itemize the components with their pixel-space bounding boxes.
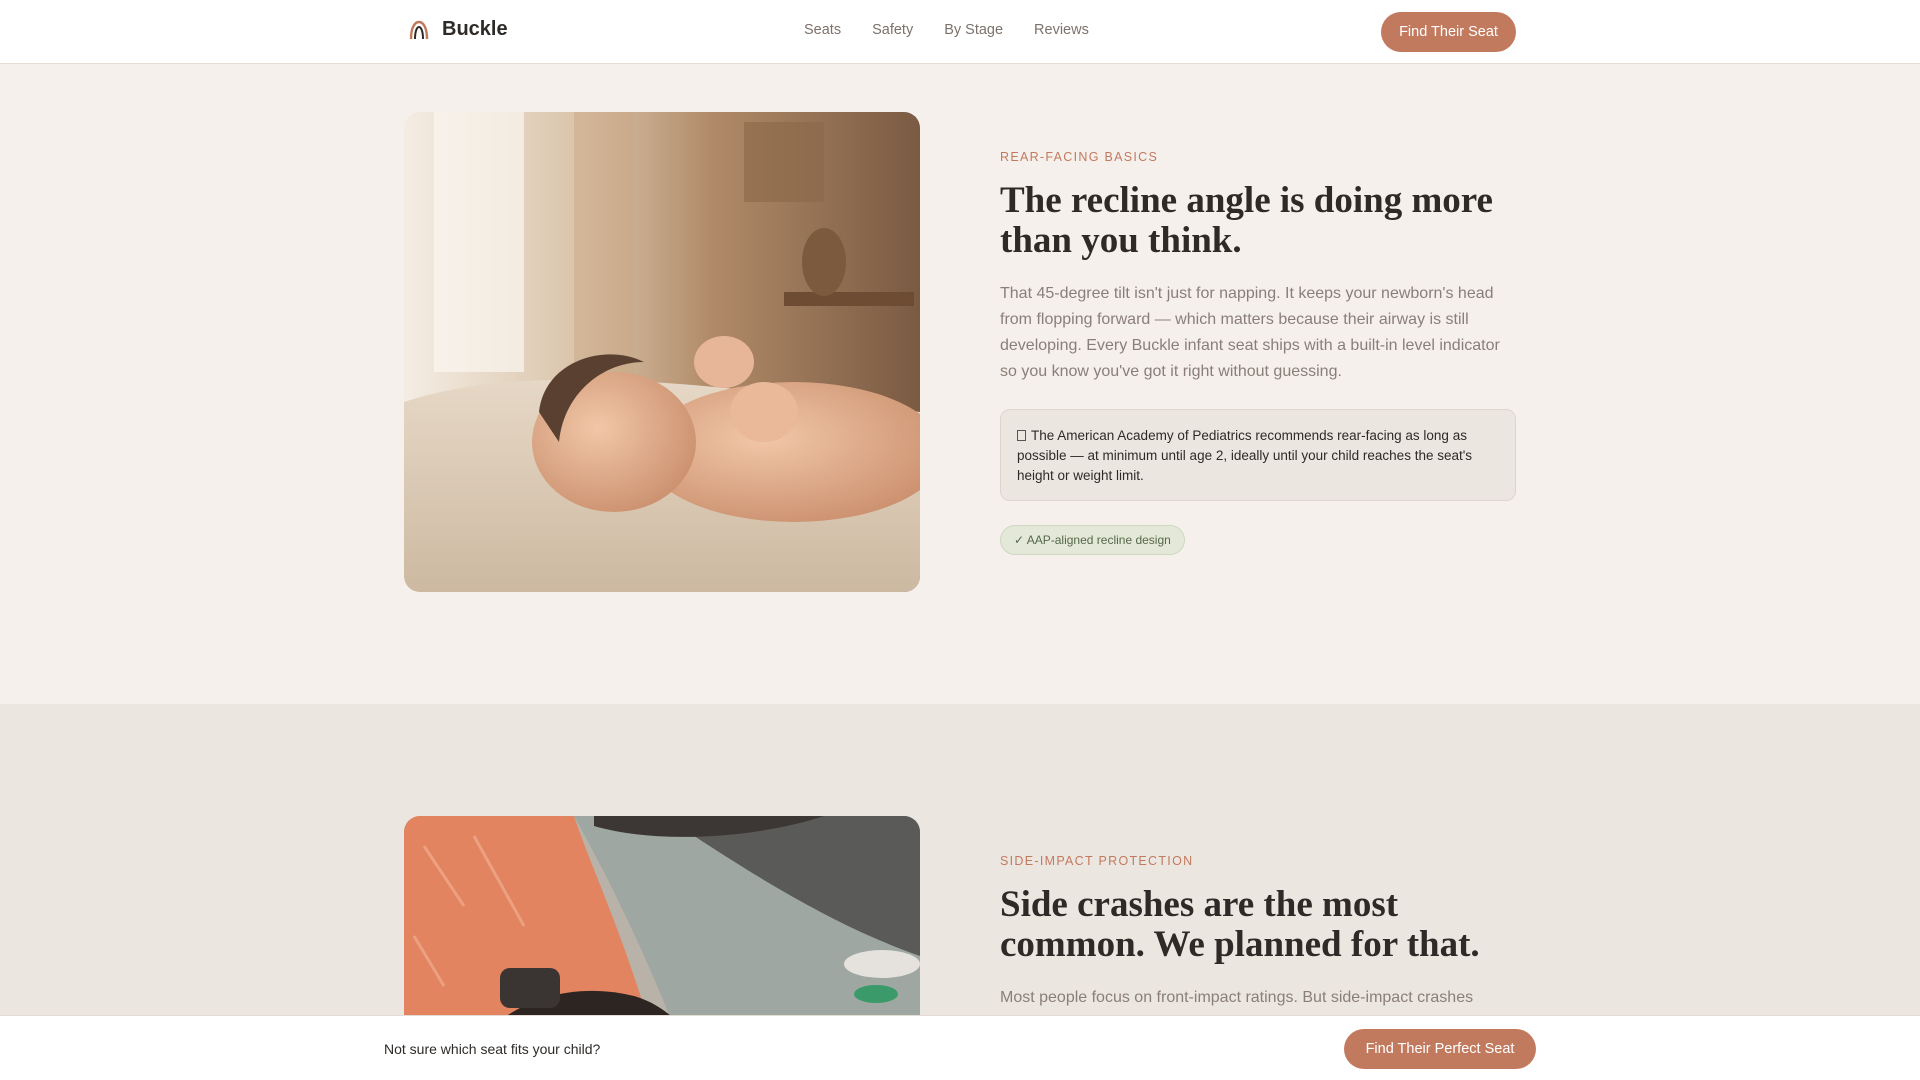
brand-name: Buckle	[442, 18, 508, 40]
rear-facing-section	[0, 65, 1920, 704]
nav-link-reviews[interactable]: Reviews	[1034, 22, 1089, 38]
nav-link-by-stage[interactable]: By Stage	[944, 22, 1003, 38]
sleeping-newborn-photo	[404, 112, 920, 592]
section-body: That 45-degree tilt isn't just for nappi…	[1000, 285, 1500, 380]
section-headline-2: Side crashes are the most common. We pla…	[1000, 884, 1480, 965]
aap-callout: The American Academy of Pediatrics recom…	[1000, 409, 1516, 501]
section-body-2: Most people focus on front-impact rating…	[1000, 989, 1474, 1006]
sticky-cta-bar: Not sure which seat fits your child? Fin…	[0, 1015, 1920, 1080]
section-eyebrow: REAR-FACING BASICS	[1000, 150, 1159, 164]
section-headline: The recline angle is doing more than you…	[1000, 180, 1493, 261]
info-glyph-icon	[1017, 430, 1026, 441]
brand-logo-link[interactable]: Buckle	[408, 18, 508, 41]
callout-text: The American Academy of Pediatrics recom…	[1017, 428, 1473, 483]
section-eyebrow-2: SIDE-IMPACT PROTECTION	[1000, 854, 1194, 868]
nav-link-safety[interactable]: Safety	[872, 22, 913, 38]
main-nav: Seats Safety By Stage Reviews	[804, 22, 1089, 38]
nav-link-seats[interactable]: Seats	[804, 22, 841, 38]
aap-aligned-badge: ✓ AAP-aligned recline design	[1000, 525, 1185, 555]
top-navigation: Buckle Seats Safety By Stage Reviews Fin…	[0, 0, 1920, 64]
find-their-seat-button[interactable]: Find Their Seat	[1381, 12, 1516, 52]
brand-arch-icon	[409, 20, 429, 39]
seat-fit-prompt: Not sure which seat fits your child?	[384, 1041, 601, 1057]
find-their-perfect-seat-button[interactable]: Find Their Perfect Seat	[1344, 1029, 1536, 1069]
